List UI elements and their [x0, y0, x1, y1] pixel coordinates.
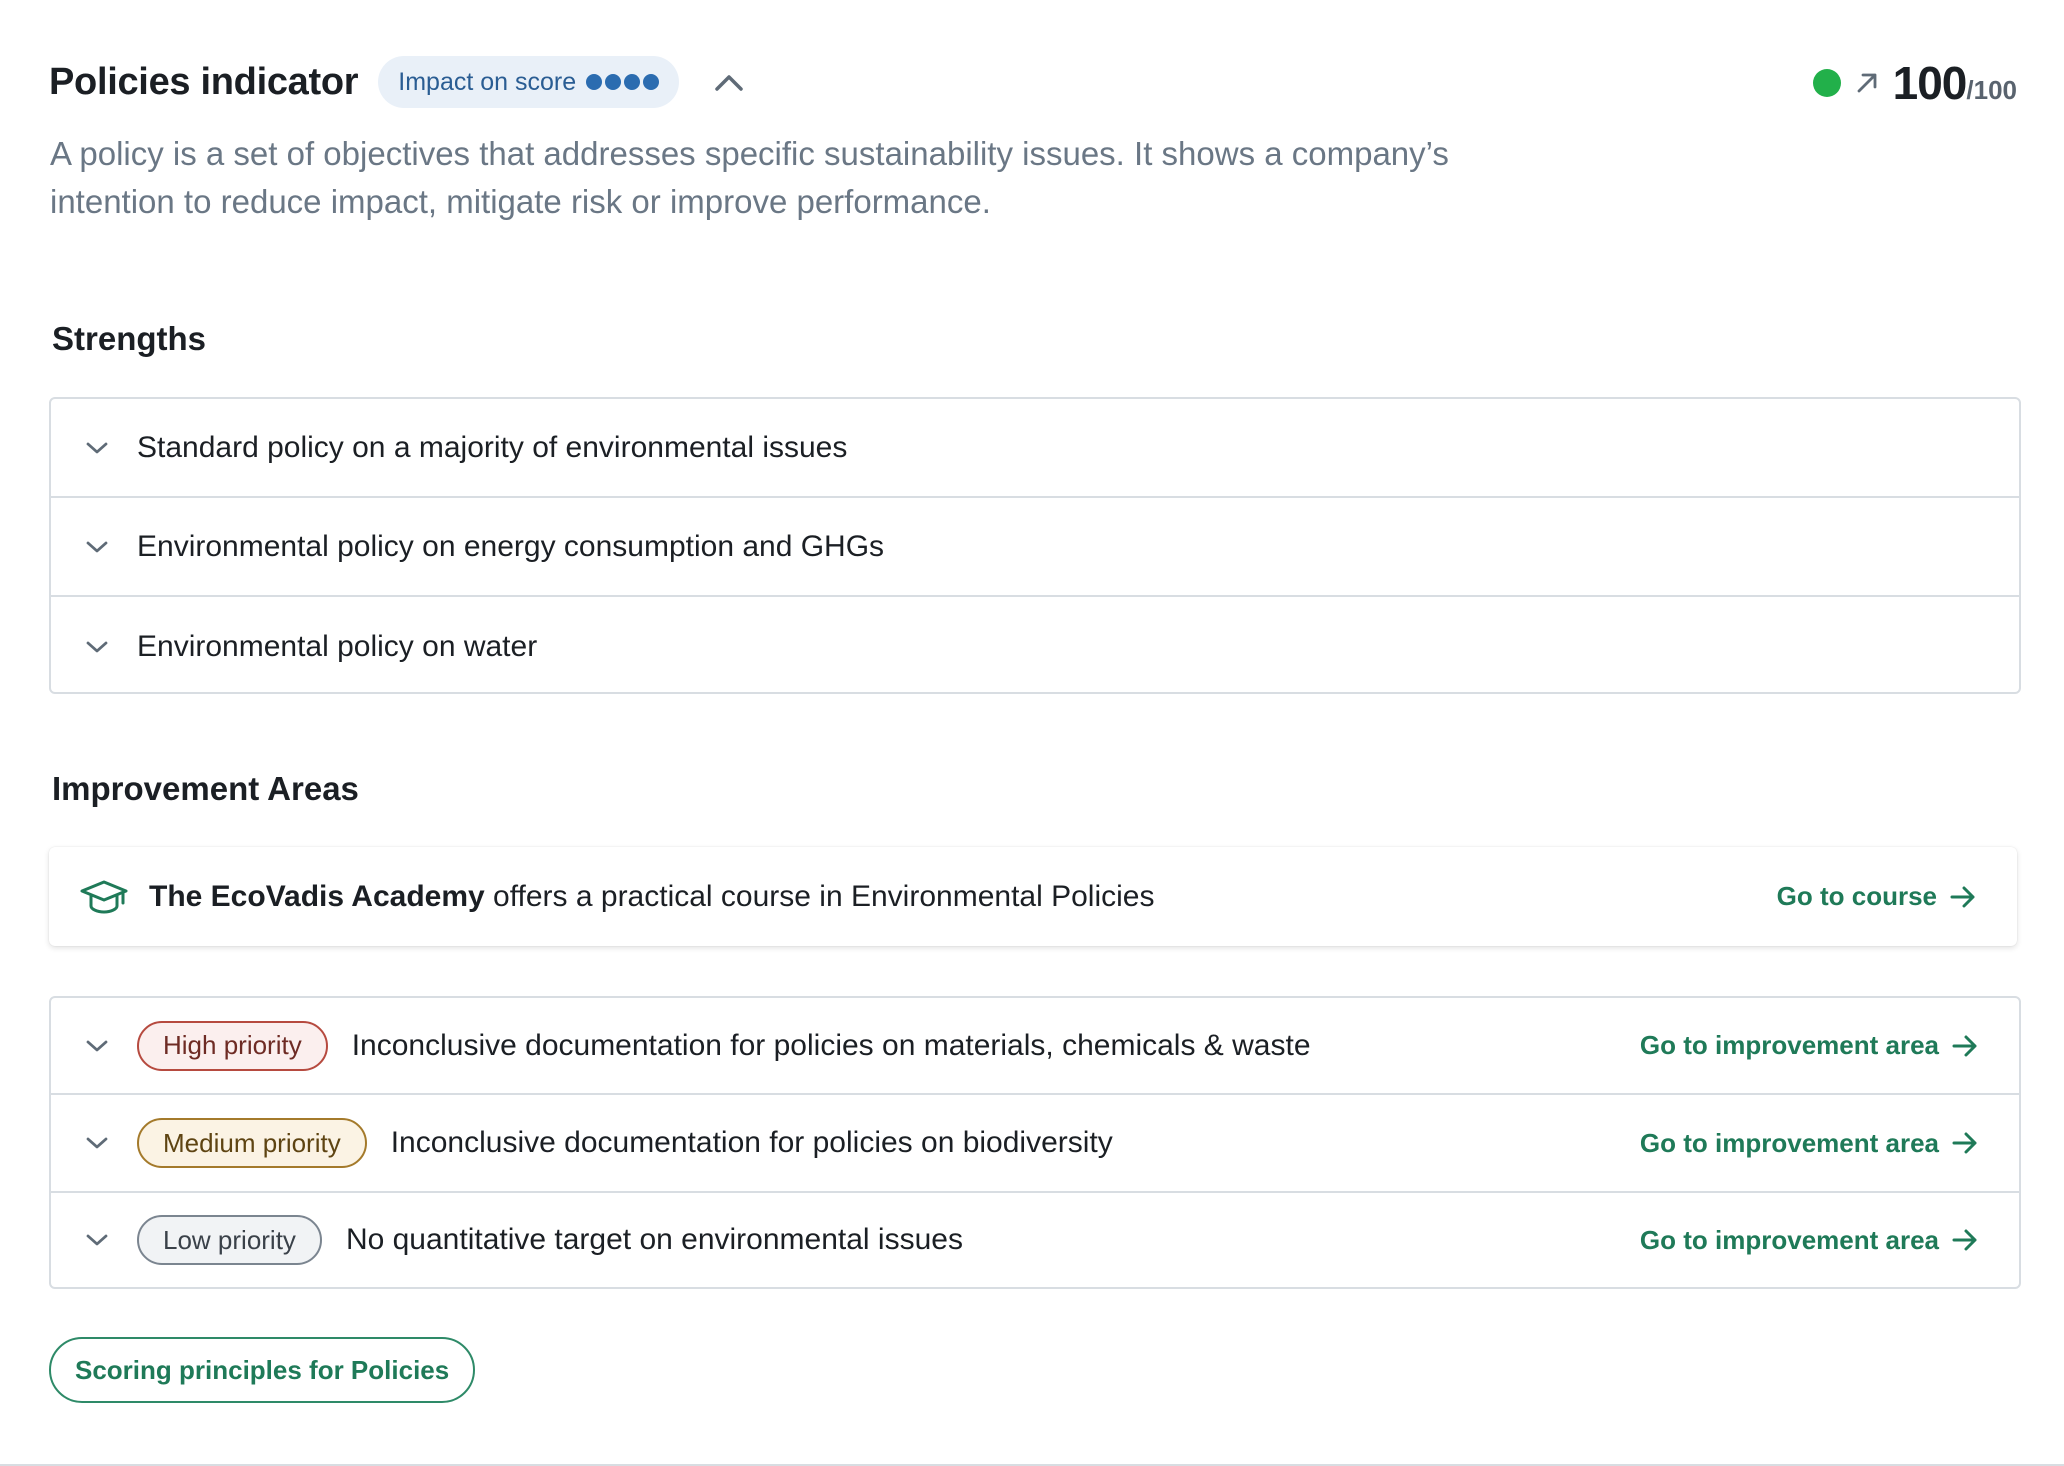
go-to-improvement-area-label: Go to improvement area [1639, 1127, 1939, 1158]
go-to-improvement-area-link[interactable]: Go to improvement area [1640, 1225, 1979, 1256]
impact-on-score-badge: Impact on score [378, 56, 680, 108]
page-title: Policies indicator [49, 60, 359, 103]
chevron-down-icon [79, 1222, 115, 1258]
strength-label: Standard policy on a majority of environ… [137, 430, 848, 464]
arrow-right-icon [1952, 1035, 1977, 1056]
arrow-up-right-icon [1855, 71, 1879, 95]
score-max: /100 [1966, 75, 2017, 105]
score-display: 100 /100 [1812, 56, 2017, 110]
go-to-improvement-area-label: Go to improvement area [1639, 1030, 1939, 1060]
priority-badge-medium: Medium priority [137, 1118, 367, 1168]
score-status-dot [1812, 69, 1841, 97]
impact-dot [624, 74, 641, 90]
indicator-header: Policies indicator Impact on score 100 /… [49, 52, 2017, 112]
improvement-item[interactable]: Medium priority Inconclusive documentati… [51, 1095, 2019, 1193]
strength-item[interactable]: Environmental policy on water [51, 597, 2019, 696]
impact-dot [605, 74, 622, 90]
academy-text: offers a practical course in Environment… [484, 879, 1155, 913]
strength-label: Environmental policy on energy consumpti… [137, 529, 885, 563]
arrow-right-icon [1952, 1229, 1977, 1251]
arrow-right-icon [1952, 1132, 1977, 1154]
priority-badge-low: Low priority [137, 1215, 322, 1265]
strength-item[interactable]: Standard policy on a majority of environ… [51, 399, 2019, 498]
strengths-list: Standard policy on a majority of environ… [49, 397, 2021, 694]
strength-item[interactable]: Environmental policy on energy consumpti… [51, 498, 2019, 597]
chevron-down-icon [79, 529, 115, 565]
go-to-course-label: Go to course [1776, 881, 1937, 911]
improvement-item[interactable]: Low priority No quantitative target on e… [51, 1193, 2019, 1287]
indicator-description: A policy is a set of objectives that add… [50, 135, 1449, 220]
strengths-title: Strengths [52, 320, 207, 357]
chevron-up-icon [715, 75, 743, 91]
improvement-label: Inconclusive documentation for policies … [390, 1126, 1113, 1159]
improvement-areas-list: High priority Inconclusive documentation… [49, 996, 2021, 1289]
priority-badge-high: High priority [137, 1020, 328, 1071]
go-to-improvement-area-label: Go to improvement area [1639, 1224, 1939, 1255]
academy-course-card: The EcoVadis Academy offers a practical … [49, 847, 2017, 946]
score-value: 100 [1892, 57, 1968, 109]
arrow-right-icon [1950, 886, 1975, 907]
improvement-label: No quantitative target on environmental … [345, 1223, 963, 1256]
academy-brand: The EcoVadis Academy [149, 879, 485, 913]
graduation-cap-icon [79, 877, 131, 917]
chevron-down-icon [79, 1125, 115, 1161]
impact-dot [643, 74, 660, 90]
strength-label: Environmental policy on water [137, 629, 538, 663]
impact-level-dots [586, 74, 660, 90]
go-to-improvement-area-link[interactable]: Go to improvement area [1640, 1128, 1979, 1159]
collapse-button[interactable] [707, 60, 751, 104]
chevron-down-icon [79, 1028, 115, 1064]
impact-dot [586, 74, 603, 90]
improvement-label: Inconclusive documentation for policies … [351, 1028, 1311, 1062]
go-to-course-link[interactable]: Go to course [1777, 881, 1977, 912]
scoring-principles-button[interactable]: Scoring principles for Policies [49, 1337, 476, 1403]
improvement-item[interactable]: High priority Inconclusive documentation… [51, 998, 2019, 1095]
improvement-areas-title: Improvement Areas [52, 770, 359, 807]
chevron-down-icon [79, 430, 115, 466]
go-to-improvement-area-link[interactable]: Go to improvement area [1640, 1030, 1979, 1061]
academy-description: The EcoVadis Academy offers a practical … [149, 880, 1154, 914]
impact-label: Impact on score [398, 67, 577, 96]
chevron-down-icon [79, 629, 115, 665]
